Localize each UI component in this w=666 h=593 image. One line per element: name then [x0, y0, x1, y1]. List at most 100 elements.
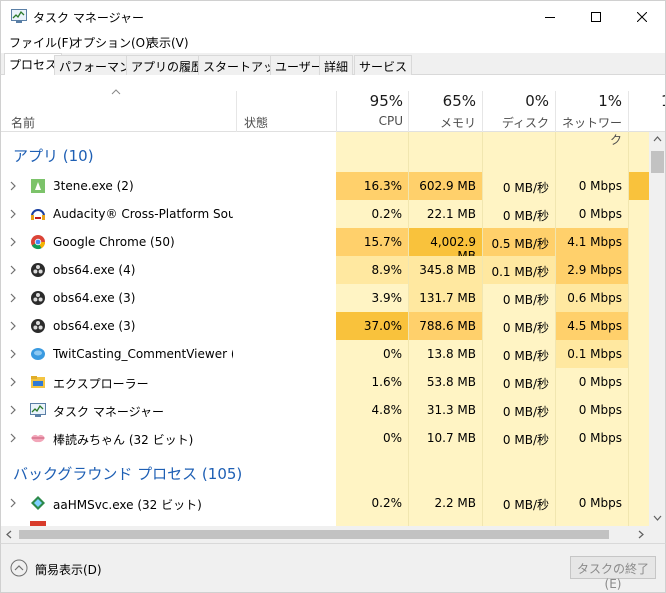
cpu-cell: 0.2%	[336, 200, 408, 228]
disk-cell: 0 MB/秒	[483, 312, 555, 340]
process-row[interactable]: 3tene.exe (2) 16.3% 602.9 MB 0 MB/秒 0 Mbps	[1, 172, 652, 200]
memory-cell: 131.7 MB	[409, 284, 482, 312]
network-cell: 0.1 Mbps	[556, 340, 628, 368]
memory-cell: 31.3 MB	[409, 396, 482, 424]
sort-ascending-icon	[111, 89, 121, 95]
expand-chevron-icon[interactable]	[10, 237, 16, 247]
memory-cell: 2.2 MB	[409, 489, 482, 517]
column-network[interactable]: ネットワーク	[555, 114, 622, 148]
network-cell: 4.1 Mbps	[556, 228, 628, 256]
process-row[interactable]: Google Chrome (50) 15.7%4,002.9 MB0.5 MB/…	[1, 228, 652, 263]
process-name: Google Chrome (50)	[53, 235, 175, 249]
disk-cell: 0 MB/秒	[483, 424, 555, 452]
column-status[interactable]: 状態	[244, 114, 268, 131]
memory-total[interactable]: 65%	[408, 92, 476, 110]
scroll-down-icon[interactable]	[653, 515, 662, 521]
horizontal-scroll-thumb[interactable]	[19, 530, 609, 539]
tab-services[interactable]: サービス	[354, 55, 413, 75]
expand-chevron-icon[interactable]	[10, 405, 16, 415]
expand-chevron-icon[interactable]	[10, 265, 16, 275]
aahm-icon	[31, 496, 45, 510]
column-disk[interactable]: ディスク	[482, 114, 549, 131]
disk-cell: 0.5 MB/秒	[483, 228, 555, 256]
expand-chevron-icon[interactable]	[10, 377, 16, 387]
disk-cell: 0 MB/秒	[483, 368, 555, 396]
disk-cell: 0 MB/秒	[483, 489, 555, 517]
cpu-cell: 37.0%	[336, 312, 408, 340]
network-cell: 4.5 Mbps	[556, 312, 628, 340]
expand-chevron-icon[interactable]	[10, 293, 16, 303]
process-row[interactable]: aaHMSvc.exe (32 ビット) 0.2% 2.2 MB 0 MB/秒 0 Mb…	[1, 489, 652, 517]
lips-icon	[31, 434, 45, 443]
vertical-scroll-thumb[interactable]	[651, 151, 664, 173]
expand-chevron-icon[interactable]	[10, 209, 16, 219]
3tene-icon	[31, 179, 45, 193]
tab-app-history[interactable]: アプリの履歴	[126, 55, 209, 75]
minimize-button[interactable]	[527, 1, 573, 32]
disk-cell: 0.1 MB/秒	[483, 256, 555, 284]
tab-details[interactable]: 詳細	[319, 55, 354, 75]
column-next-total[interactable]: 1	[661, 92, 665, 110]
process-name: エクスプローラー	[53, 377, 149, 391]
process-row[interactable]: obs64.exe (3) 3.9% 131.7 MB 0 MB/秒 0.6 Mbps	[1, 284, 652, 312]
expand-chevron-icon[interactable]	[10, 321, 16, 331]
end-task-button[interactable]: タスクの終了(E)	[570, 556, 656, 591]
explorer-icon	[31, 376, 45, 388]
menu-file[interactable]: ファイル(F)	[9, 34, 73, 51]
memory-cell: 4,002.9 MB	[409, 228, 482, 263]
memory-cell: 788.6 MB	[409, 312, 482, 340]
scroll-left-icon[interactable]	[6, 530, 12, 539]
column-name[interactable]: 名前	[11, 114, 35, 131]
twitcasting-icon	[31, 348, 45, 360]
expand-chevron-icon[interactable]	[10, 349, 16, 359]
obs-icon	[31, 291, 45, 305]
cpu-cell: 3.9%	[336, 284, 408, 312]
network-total[interactable]: 1%	[555, 92, 622, 110]
scroll-right-icon[interactable]	[638, 530, 644, 539]
cpu-cell: 1.6%	[336, 368, 408, 396]
header-divider	[628, 91, 629, 132]
disk-cell: 0 MB/秒	[483, 340, 555, 368]
disk-cell: 0 MB/秒	[483, 172, 555, 200]
disk-cell: 0 MB/秒	[483, 396, 555, 424]
cpu-cell: 0%	[336, 340, 408, 368]
process-row[interactable]: 棒読みちゃん (32 ビット) 0% 10.7 MB 0 MB/秒 0 Mbps	[1, 424, 652, 452]
process-row[interactable]: obs64.exe (4) 8.9% 345.8 MB 0.1 MB/秒 2.9 Mbp…	[1, 256, 652, 284]
process-row[interactable]: obs64.exe (3) 37.0% 788.6 MB 0 MB/秒 4.5 Mbps	[1, 312, 652, 340]
process-row[interactable]: タスク マネージャー 4.8% 31.3 MB 0 MB/秒 0 Mbps	[1, 396, 652, 424]
footer-bar: 簡易表示(D) タスクの終了(E)	[0, 543, 666, 593]
network-cell: 0 Mbps	[556, 368, 628, 396]
scroll-up-icon[interactable]	[653, 136, 662, 142]
audacity-icon	[31, 209, 45, 220]
process-list: 名前 状態 95% CPU 65% メモリ 0% ディスク 1% ネットワーク …	[0, 75, 666, 543]
fewer-details-link[interactable]: 簡易表示(D)	[35, 561, 102, 578]
collapse-icon[interactable]	[10, 559, 28, 577]
taskmanager-icon	[30, 403, 46, 417]
process-row[interactable]: エクスプローラー 1.6% 53.8 MB 0 MB/秒 0 Mbps	[1, 368, 652, 396]
expand-chevron-icon[interactable]	[10, 498, 16, 508]
cpu-cell: 8.9%	[336, 256, 408, 284]
cpu-total[interactable]: 95%	[336, 92, 403, 110]
process-name: TwitCasting_CommentViewer (3...	[53, 347, 233, 361]
column-header: 名前 状態 95% CPU 65% メモリ 0% ディスク 1% ネットワーク …	[1, 75, 665, 147]
close-button[interactable]	[619, 1, 665, 32]
expand-chevron-icon[interactable]	[10, 181, 16, 191]
disk-cell: 0 MB/秒	[483, 200, 555, 228]
process-row[interactable]: Audacity® Cross-Platform Soun... 0.2%22.1…	[1, 200, 652, 228]
obs-icon	[31, 319, 45, 333]
expand-chevron-icon[interactable]	[10, 433, 16, 443]
memory-cell: 53.8 MB	[409, 368, 482, 396]
process-name: obs64.exe (3)	[53, 291, 136, 305]
vertical-scrollbar[interactable]	[649, 132, 665, 526]
column-cpu[interactable]: CPU	[336, 114, 403, 128]
network-cell: 0 Mbps	[556, 489, 628, 517]
menu-view[interactable]: 表示(V)	[147, 34, 189, 51]
menu-options[interactable]: オプション(O)	[71, 34, 150, 51]
column-memory[interactable]: メモリ	[408, 114, 476, 131]
maximize-button[interactable]	[573, 1, 619, 32]
group-background-processes: バックグラウンド プロセス (105)	[13, 465, 243, 483]
process-row[interactable]: TwitCasting_CommentViewer (3... 0%13.8 MB…	[1, 340, 652, 368]
menu-bar: ファイル(F) オプション(O) 表示(V)	[0, 31, 666, 53]
disk-total[interactable]: 0%	[482, 92, 549, 110]
cpu-cell: 0%	[336, 424, 408, 452]
